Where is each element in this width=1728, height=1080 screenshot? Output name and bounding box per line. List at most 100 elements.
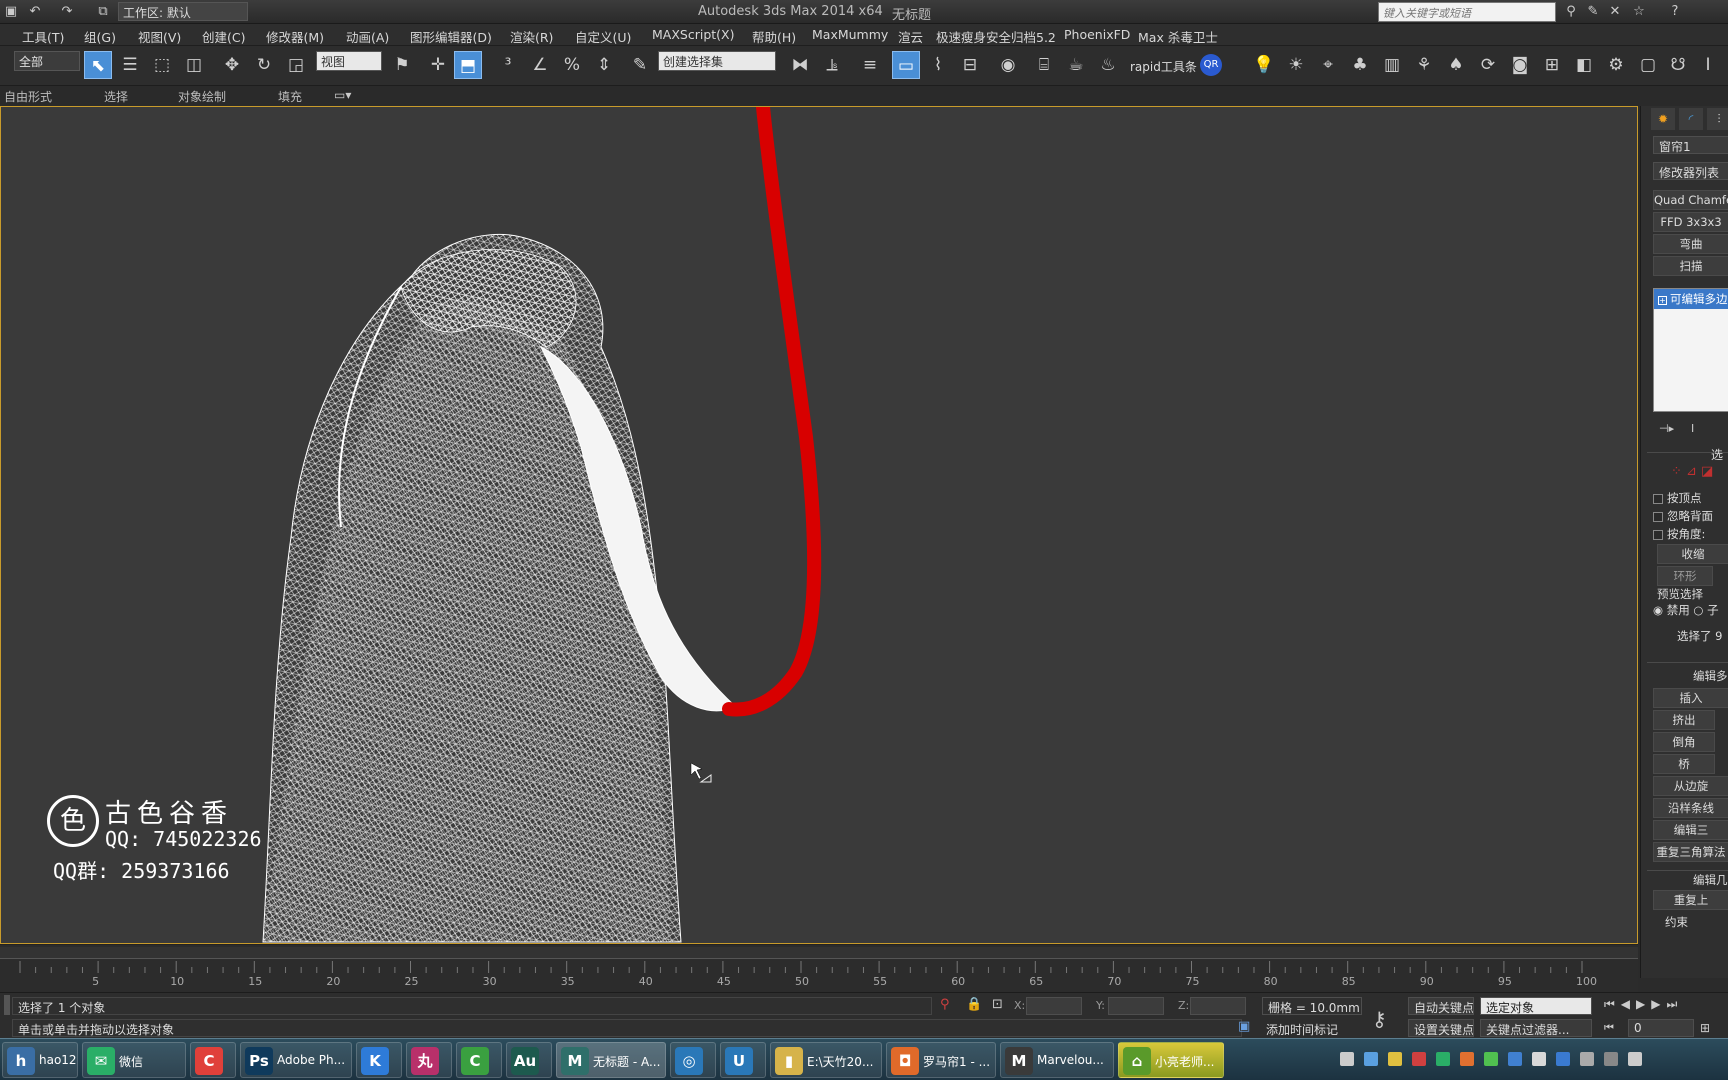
absolute-mode-icon[interactable]: ⊡ [992, 997, 1003, 1012]
render-production-icon[interactable]: ♨ [1094, 51, 1122, 79]
isolate-icon[interactable]: ⚲ [940, 997, 950, 1012]
ring-button[interactable]: 环形 [1657, 566, 1713, 586]
connect-icon[interactable]: ✕ [1606, 3, 1624, 21]
frame-buffer-icon[interactable]: ◙ [1506, 51, 1534, 79]
hierarchy-tab-icon[interactable]: ⫶ [1707, 108, 1728, 130]
menu-modifiers[interactable]: 修改器(M) [266, 27, 324, 46]
taskbar-item[interactable]: M 无标题 - A... [556, 1042, 666, 1078]
menu-maxmummy[interactable]: MaxMummy [812, 27, 888, 42]
quad-chamfer-button[interactable]: Quad Chamfer [1653, 190, 1728, 210]
time-config-icon[interactable]: ⊞ [1700, 1021, 1710, 1035]
edit-geometry-rollout-title[interactable]: 编辑几 [1693, 872, 1728, 888]
menu-animation[interactable]: 动画(A) [346, 27, 389, 46]
modifier-stack[interactable]: + 可编辑多边 [1653, 288, 1728, 412]
taskbar-item[interactable]: C [456, 1042, 502, 1078]
add-time-tag[interactable]: 添加时间标记 [1266, 1021, 1338, 1038]
box-icon[interactable]: ▢ [1634, 51, 1662, 79]
lamp-icon[interactable]: ⵏ [1694, 51, 1722, 79]
redo-icon[interactable]: ↷ [58, 3, 76, 21]
light-icon[interactable]: 💡 [1250, 51, 1278, 79]
move-icon[interactable]: ✥ [218, 51, 246, 79]
taskbar-item[interactable]: K [356, 1042, 402, 1078]
app-tray-icon[interactable] [1460, 1052, 1474, 1066]
menu-graph-editors[interactable]: 图形编辑器(D) [410, 27, 492, 46]
refresh-icon[interactable]: ⟳ [1474, 51, 1502, 79]
by-vertex-checkbox[interactable]: 按顶点 [1653, 490, 1702, 506]
foliage-icon[interactable]: ♣ [1346, 51, 1374, 79]
pivot-center-icon[interactable]: ⚑ [388, 51, 416, 79]
object-name-field[interactable]: 窗帘1 [1653, 136, 1728, 154]
angle-snap-icon[interactable]: ∠ [526, 51, 554, 79]
taskbar-item[interactable]: ▮ E:\天竹20... [770, 1042, 882, 1078]
tree-icon[interactable]: ♠ [1442, 51, 1470, 79]
keyboard-tray-icon[interactable] [1340, 1052, 1354, 1066]
workspace-dropdown[interactable]: 工作区: 默认 [118, 2, 248, 21]
tools-icon[interactable]: ✎ [1584, 3, 1602, 21]
menu-rendering[interactable]: 渲染(R) [510, 27, 553, 46]
speaker-tray-icon[interactable] [1532, 1052, 1546, 1066]
rotate-icon[interactable]: ↻ [250, 51, 278, 79]
named-selection-dropdown[interactable]: 创建选择集 [658, 51, 776, 71]
maxscript-listener-toggle[interactable] [4, 995, 10, 1015]
selection-rollout-title[interactable]: 选 [1711, 446, 1723, 463]
spinner-snap-icon[interactable]: ⇕ [590, 51, 618, 79]
clock-tray-icon[interactable] [1604, 1052, 1618, 1066]
settings-icon[interactable]: ⚙ [1602, 51, 1630, 79]
menu-views[interactable]: 视图(V) [138, 27, 181, 46]
taskbar-item[interactable]: ◘ 罗马帘1 - ... [886, 1042, 996, 1078]
qr-button[interactable]: QR [1200, 54, 1222, 76]
shrink-button[interactable]: 收缩 [1657, 544, 1728, 564]
layer-manager-icon[interactable]: ≡ [856, 51, 884, 79]
grid-icon[interactable]: ⊞ [1538, 51, 1566, 79]
percent-snap-icon[interactable]: % [558, 51, 586, 79]
sun-icon[interactable]: ☀ [1282, 51, 1310, 79]
taskbar-item[interactable]: h hao123_... [2, 1042, 78, 1078]
hinge-from-edge-button[interactable]: 从边旋 [1653, 776, 1728, 796]
ignore-backfacing-checkbox[interactable]: 忽略背面 [1653, 508, 1713, 524]
menu-help[interactable]: 帮助(H) [752, 27, 796, 46]
x-coordinate-field[interactable] [1026, 997, 1082, 1015]
modify-tab-icon[interactable]: ◜ [1679, 108, 1703, 130]
taskbar-item[interactable]: ◎ [670, 1042, 716, 1078]
current-frame-field[interactable]: 0 [1628, 1019, 1694, 1037]
keyboard-shortcut-icon[interactable]: ⬒ [454, 51, 482, 79]
menu-create[interactable]: 创建(C) [202, 27, 245, 46]
playback-controls[interactable]: ⏮◀▶▶⏭ [1604, 997, 1683, 1012]
align-icon[interactable]: ⫡ [818, 51, 846, 79]
set-key-button[interactable]: 设置关键点 [1408, 1019, 1474, 1037]
book-icon[interactable]: ▥ [1378, 51, 1406, 79]
taskbar-item[interactable]: ✉ 微信 [82, 1042, 186, 1078]
wechat-tray-icon[interactable] [1436, 1052, 1450, 1066]
extrude-button[interactable]: 挤出 [1653, 710, 1715, 730]
stack-item-editable-poly[interactable]: + 可编辑多边 [1654, 289, 1728, 309]
repeat-last-button[interactable]: 重复上 [1653, 890, 1728, 910]
mirror-icon[interactable]: ⧓ [786, 51, 814, 79]
preview-off-radio[interactable]: ◉ 禁用 ○ 子 [1653, 602, 1719, 618]
material-editor-icon[interactable]: ◉ [994, 51, 1022, 79]
bevel-button[interactable]: 倒角 [1653, 732, 1715, 752]
binoculars-icon[interactable]: ⚲ [1562, 3, 1580, 21]
schematic-view-icon[interactable]: ⊟ [956, 51, 984, 79]
bridge-button[interactable]: 桥 [1653, 754, 1715, 774]
curve-editor-icon[interactable]: ⌇ [924, 51, 952, 79]
key-mode-dropdown[interactable]: 选定对象 [1480, 997, 1592, 1015]
sweep-button[interactable]: 扫描 [1653, 256, 1728, 276]
teapot-icon[interactable]: ☋ [1664, 51, 1692, 79]
favorites-icon[interactable]: ☆ [1630, 3, 1648, 21]
menu-xuanyun[interactable]: 渲云 [898, 27, 923, 46]
taskbar-item[interactable]: C [190, 1042, 236, 1078]
subobject-icons[interactable]: ⁘ ⊿ ◪ [1671, 464, 1713, 479]
ribbon-tab-freeform[interactable]: 自由形式 [4, 88, 52, 105]
extrude-along-spline-button[interactable]: 沿样条线 [1653, 798, 1728, 818]
edit-polygons-rollout-title[interactable]: 编辑多 [1693, 668, 1728, 684]
select-manipulate-icon[interactable]: ✛ [424, 51, 452, 79]
y-coordinate-field[interactable] [1108, 997, 1164, 1015]
lock-icon[interactable]: 🔒 [966, 997, 982, 1012]
project-icon[interactable]: ⧉ [94, 3, 112, 21]
taskbar-item[interactable]: Au [506, 1042, 552, 1078]
undo-icon[interactable]: ↶ [26, 3, 44, 21]
scale-icon[interactable]: ◲ [282, 51, 310, 79]
search-input[interactable]: 键入关键字或短语 [1378, 2, 1556, 22]
select-by-name-icon[interactable]: ☰ [116, 51, 144, 79]
ribbon-tab-object-paint[interactable]: 对象绘制 [178, 88, 226, 105]
